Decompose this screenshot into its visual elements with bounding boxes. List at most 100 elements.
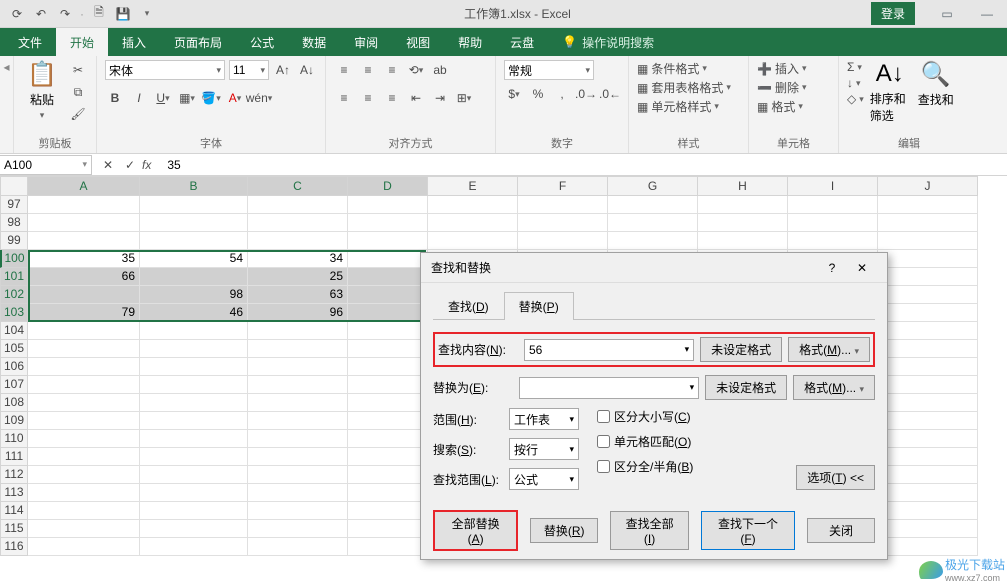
- cell-A101[interactable]: 66: [28, 268, 140, 286]
- tab-file[interactable]: 文件: [4, 28, 56, 56]
- tab-home[interactable]: 开始: [56, 28, 108, 56]
- row-header-112[interactable]: 112: [0, 466, 28, 484]
- cell-B112[interactable]: [140, 466, 248, 484]
- col-header-A[interactable]: A: [28, 176, 140, 196]
- delete-cells-button[interactable]: ➖删除▾: [757, 79, 807, 96]
- format-painter-button[interactable]: 🖌: [68, 104, 88, 124]
- cell-A99[interactable]: [28, 232, 140, 250]
- col-header-E[interactable]: E: [428, 176, 518, 196]
- wrap-text-button[interactable]: ab: [430, 60, 450, 80]
- find-what-input[interactable]: 56▾: [524, 339, 694, 361]
- row-header-114[interactable]: 114: [0, 502, 28, 520]
- lookin-select[interactable]: 公式▾: [509, 468, 579, 490]
- row-header-100[interactable]: 100: [0, 250, 28, 268]
- cell-D109[interactable]: [348, 412, 428, 430]
- decrease-indent-button[interactable]: ⇤: [406, 88, 426, 108]
- underline-button[interactable]: U▾: [153, 88, 173, 108]
- tab-layout[interactable]: 页面布局: [160, 28, 236, 56]
- cell-C115[interactable]: [248, 520, 348, 538]
- options-button[interactable]: 选项(T) <<: [796, 465, 875, 490]
- cell-A106[interactable]: [28, 358, 140, 376]
- cell-B97[interactable]: [140, 196, 248, 214]
- phonetic-button[interactable]: wén▾: [249, 88, 269, 108]
- cell-B106[interactable]: [140, 358, 248, 376]
- cell-D101[interactable]: [348, 268, 428, 286]
- copy-button[interactable]: ⧉: [68, 82, 88, 102]
- cell-J106[interactable]: [878, 358, 978, 376]
- qat-more-button[interactable]: ▾: [136, 3, 158, 25]
- cell-J113[interactable]: [878, 484, 978, 502]
- find-format-button[interactable]: 格式(M)... ▾: [788, 337, 870, 362]
- cell-J115[interactable]: [878, 520, 978, 538]
- dialog-close-button[interactable]: ✕: [847, 256, 877, 280]
- redo-button[interactable]: ↷: [54, 3, 76, 25]
- cell-E97[interactable]: [428, 196, 518, 214]
- search-select[interactable]: 按行▾: [509, 438, 579, 460]
- cell-J107[interactable]: [878, 376, 978, 394]
- cell-J104[interactable]: [878, 322, 978, 340]
- orientation-button[interactable]: ⟲▾: [406, 60, 426, 80]
- col-header-G[interactable]: G: [608, 176, 698, 196]
- italic-button[interactable]: I: [129, 88, 149, 108]
- align-middle-button[interactable]: ≡: [358, 60, 378, 80]
- font-color-button[interactable]: A▾: [225, 88, 245, 108]
- cell-C98[interactable]: [248, 214, 348, 232]
- cell-D115[interactable]: [348, 520, 428, 538]
- login-button[interactable]: 登录: [871, 2, 915, 25]
- cell-H97[interactable]: [698, 196, 788, 214]
- ribbon-scroll-left[interactable]: ◂: [0, 56, 14, 153]
- tab-formulas[interactable]: 公式: [236, 28, 288, 56]
- cell-A105[interactable]: [28, 340, 140, 358]
- cell-D102[interactable]: [348, 286, 428, 304]
- cell-J102[interactable]: [878, 286, 978, 304]
- cell-J99[interactable]: [878, 232, 978, 250]
- check-byte-width[interactable]: 区分全/半角(B): [597, 458, 693, 475]
- cell-C114[interactable]: [248, 502, 348, 520]
- cell-D116[interactable]: [348, 538, 428, 556]
- cell-J114[interactable]: [878, 502, 978, 520]
- cell-I97[interactable]: [788, 196, 878, 214]
- cell-G99[interactable]: [608, 232, 698, 250]
- cell-J110[interactable]: [878, 430, 978, 448]
- tab-insert[interactable]: 插入: [108, 28, 160, 56]
- row-header-116[interactable]: 116: [0, 538, 28, 556]
- formula-input[interactable]: 35: [163, 158, 1007, 172]
- cell-I98[interactable]: [788, 214, 878, 232]
- align-left-button[interactable]: ≡: [334, 88, 354, 108]
- cell-J98[interactable]: [878, 214, 978, 232]
- col-header-H[interactable]: H: [698, 176, 788, 196]
- minimize-button[interactable]: ―: [967, 2, 1007, 26]
- cell-E98[interactable]: [428, 214, 518, 232]
- increase-decimal-button[interactable]: .0→: [576, 84, 596, 104]
- col-header-I[interactable]: I: [788, 176, 878, 196]
- autosum-button[interactable]: Σ▾: [847, 60, 864, 74]
- cell-D98[interactable]: [348, 214, 428, 232]
- cell-J97[interactable]: [878, 196, 978, 214]
- row-header-103[interactable]: 103: [0, 304, 28, 322]
- cell-B114[interactable]: [140, 502, 248, 520]
- replace-format-button[interactable]: 格式(M)... ▾: [793, 375, 875, 400]
- cell-A110[interactable]: [28, 430, 140, 448]
- row-header-97[interactable]: 97: [0, 196, 28, 214]
- cell-C108[interactable]: [248, 394, 348, 412]
- cell-C100[interactable]: 34: [248, 250, 348, 268]
- cell-D112[interactable]: [348, 466, 428, 484]
- format-cells-button[interactable]: ▦格式▾: [757, 98, 807, 115]
- new-file-button[interactable]: 🗎: [88, 3, 110, 25]
- cell-J100[interactable]: [878, 250, 978, 268]
- row-header-110[interactable]: 110: [0, 430, 28, 448]
- cell-C111[interactable]: [248, 448, 348, 466]
- cell-C113[interactable]: [248, 484, 348, 502]
- cell-D114[interactable]: [348, 502, 428, 520]
- cell-C97[interactable]: [248, 196, 348, 214]
- cell-B105[interactable]: [140, 340, 248, 358]
- cell-F97[interactable]: [518, 196, 608, 214]
- check-match-case[interactable]: 区分大小写(C): [597, 408, 693, 425]
- cell-H99[interactable]: [698, 232, 788, 250]
- cell-J105[interactable]: [878, 340, 978, 358]
- merge-center-button[interactable]: ⊞▾: [454, 88, 474, 108]
- row-header-108[interactable]: 108: [0, 394, 28, 412]
- cell-D106[interactable]: [348, 358, 428, 376]
- cell-A102[interactable]: [28, 286, 140, 304]
- cell-J112[interactable]: [878, 466, 978, 484]
